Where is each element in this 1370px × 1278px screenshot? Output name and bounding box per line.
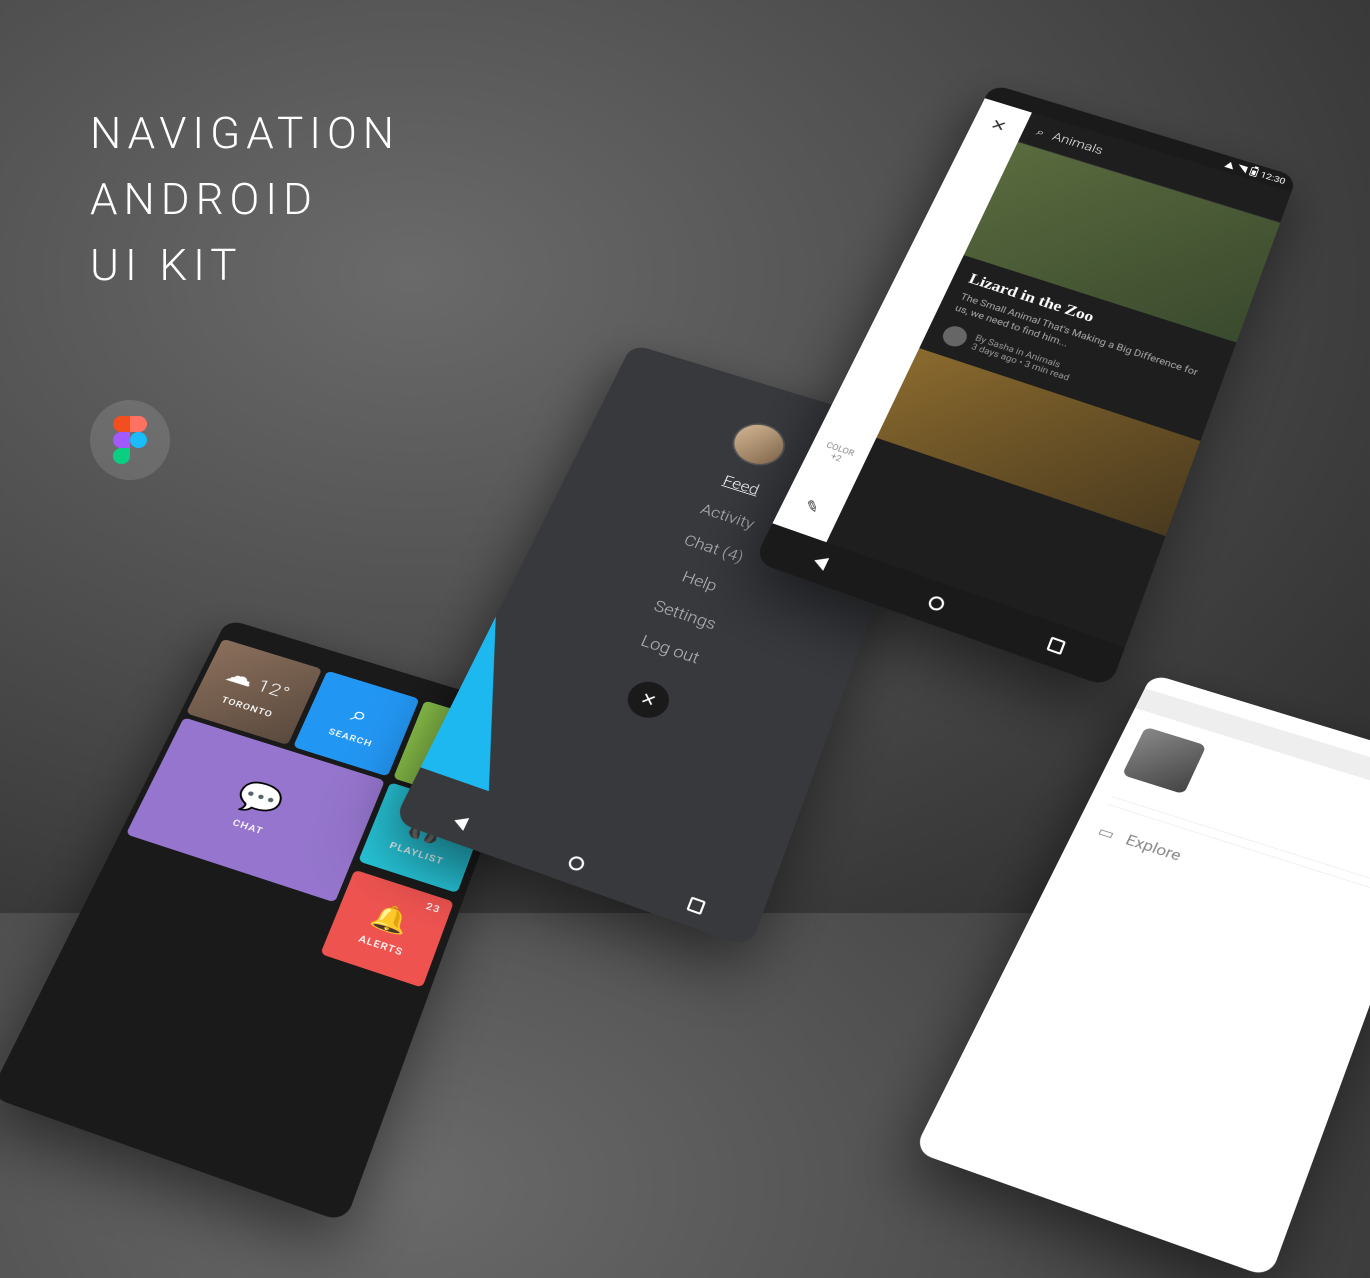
color-filter-label[interactable]: COLOR +2	[807, 437, 868, 472]
tile-label: SEARCH	[327, 726, 374, 749]
explore-label: Explore	[1123, 832, 1184, 865]
figma-icon	[113, 416, 147, 464]
chat-icon: 💬	[231, 776, 290, 823]
avatar[interactable]	[725, 417, 792, 471]
menu-item-logout[interactable]: Log out	[638, 632, 702, 668]
recents-icon[interactable]	[1047, 637, 1067, 656]
search-icon: ⌕	[347, 701, 373, 730]
weather-temp: 12°	[254, 677, 293, 704]
title-line-1: NAVIGATION	[90, 100, 400, 166]
profile-avatar[interactable]	[1122, 727, 1207, 795]
back-icon[interactable]	[811, 554, 829, 571]
recents-icon[interactable]	[687, 897, 707, 916]
figma-badge	[90, 400, 170, 480]
menu-item-activity[interactable]: Activity	[698, 501, 757, 533]
close-button[interactable]: ✕	[622, 677, 675, 724]
wifi-icon	[1224, 160, 1235, 169]
menu-item-help[interactable]: Help	[679, 568, 720, 595]
alerts-badge: 23	[424, 901, 442, 916]
battery-icon	[1248, 167, 1258, 177]
close-icon: ✕	[637, 688, 659, 711]
title-line-3: UI KIT	[90, 232, 400, 298]
phone-light-mockup: 12:30 ✕ ▭ Explore	[914, 674, 1370, 1278]
menu-item-settings[interactable]: Settings	[651, 597, 719, 633]
menu-item-feed[interactable]: Feed	[720, 473, 761, 499]
bell-icon: 🔔	[367, 899, 415, 939]
home-icon[interactable]	[926, 594, 946, 612]
back-icon[interactable]	[451, 814, 469, 831]
home-icon[interactable]	[566, 854, 586, 872]
hero-title: NAVIGATION ANDROID UI KIT	[90, 100, 400, 298]
author-avatar	[939, 323, 970, 349]
menu-item-chat[interactable]: Chat (4)	[681, 532, 746, 566]
calendar-icon: ▭	[1095, 823, 1118, 843]
search-icon: ⌕	[1034, 125, 1047, 139]
rain-icon: ☁	[221, 661, 259, 693]
title-line-2: ANDROID	[90, 166, 400, 232]
brush-icon[interactable]: ✎	[781, 489, 843, 524]
tile-label: CHAT	[231, 817, 265, 836]
signal-icon	[1236, 164, 1247, 173]
